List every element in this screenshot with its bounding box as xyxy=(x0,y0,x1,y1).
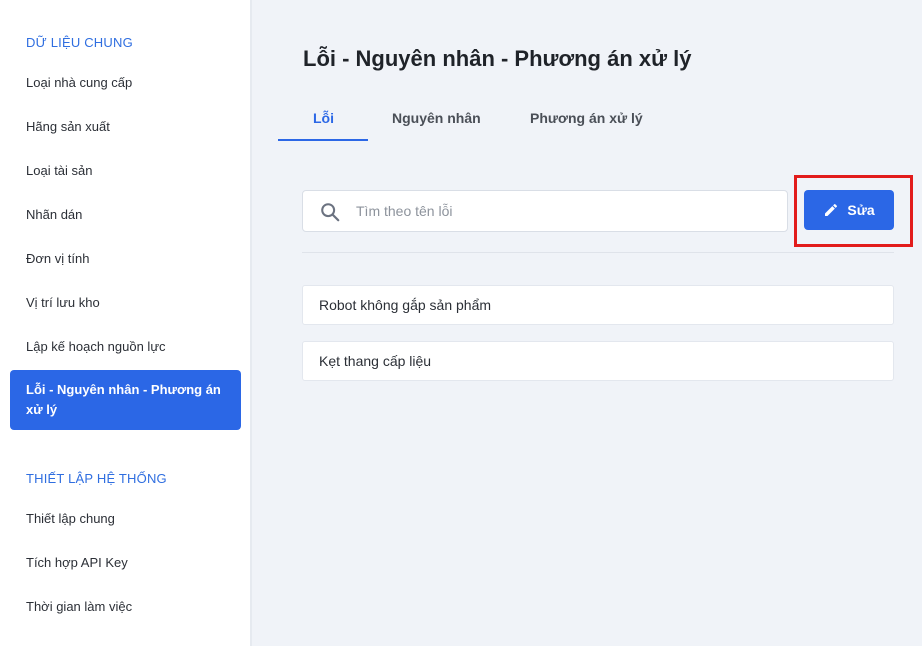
tab-errors[interactable]: Lỗi xyxy=(313,110,334,126)
edit-button[interactable]: Sửa xyxy=(804,190,894,230)
section-title-system: THIẾT LẬP HỆ THỐNG xyxy=(26,471,167,486)
sidebar-item-general-settings[interactable]: Thiết lập chung xyxy=(26,511,115,526)
sidebar-item-supplier-type[interactable]: Loại nhà cung cấp xyxy=(26,75,132,90)
search-icon xyxy=(321,203,340,222)
sidebar-item-asset-type[interactable]: Loại tài sản xyxy=(26,163,93,178)
sidebar-item-storage-location[interactable]: Vị trí lưu kho xyxy=(26,295,100,310)
sidebar-item-unit[interactable]: Đơn vị tính xyxy=(26,251,89,266)
sidebar-item-error-cause-solution[interactable]: Lỗi - Nguyên nhân - Phương án xử lý xyxy=(10,370,241,430)
search-input[interactable]: Tìm theo tên lỗi xyxy=(302,190,788,232)
list-item[interactable]: Kẹt thang cấp liệu xyxy=(302,341,894,381)
sidebar: DỮ LIỆU CHUNG Loại nhà cung cấp Hãng sản… xyxy=(0,0,252,646)
page-title: Lỗi - Nguyên nhân - Phương án xử lý xyxy=(303,46,692,71)
sidebar-item-manufacturer[interactable]: Hãng sản xuất xyxy=(26,119,110,134)
list-item[interactable]: Robot không gắp sản phẩm xyxy=(302,285,894,325)
tab-causes[interactable]: Nguyên nhân xyxy=(392,110,481,126)
sidebar-item-resource-planning[interactable]: Lập kế hoạch nguồn lực xyxy=(26,339,166,354)
sidebar-item-label[interactable]: Nhãn dán xyxy=(26,207,82,222)
active-tab-indicator xyxy=(278,139,368,141)
pencil-icon xyxy=(825,203,838,216)
main-content: Lỗi - Nguyên nhân - Phương án xử lý Lỗi … xyxy=(254,0,922,646)
edit-button-label: Sửa xyxy=(847,202,875,218)
divider xyxy=(302,252,894,253)
tab-solutions[interactable]: Phương án xử lý xyxy=(530,110,643,126)
section-title-data: DỮ LIỆU CHUNG xyxy=(26,35,133,50)
sidebar-item-api-key[interactable]: Tích hợp API Key xyxy=(26,555,128,570)
sidebar-item-working-time[interactable]: Thời gian làm việc xyxy=(26,599,132,614)
search-placeholder: Tìm theo tên lỗi xyxy=(356,203,453,219)
